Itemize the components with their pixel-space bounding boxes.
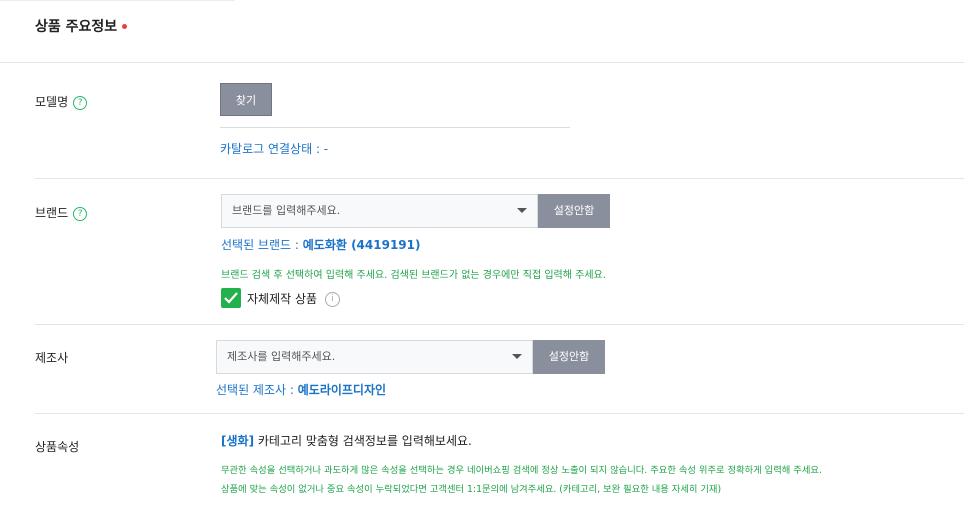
brand-select[interactable]: 브랜드를 입력해주세요. [221,194,538,228]
catalog-status: 카탈로그 연결상태 : - [220,142,329,156]
section-title-text: 상품 주요정보 [35,19,118,35]
manufacturer-label: 제조사 [35,351,69,365]
check-icon [224,292,238,304]
section-title: 상품 주요정보 [35,16,128,36]
row-divider [35,324,964,325]
info-icon[interactable]: i [325,292,341,307]
required-dot-icon [122,23,128,29]
brand-set-button[interactable]: 설정안함 [538,194,610,228]
top-divider [0,0,235,1]
manufacturer-set-button[interactable]: 설정안함 [533,340,605,374]
manufacturer-selected-prefix: 선택된 제조사 : [216,383,298,397]
brand-row-label: 브랜드? [35,204,88,221]
manufacturer-selected: 선택된 제조사 : 예도라이프디자인 [216,381,386,398]
brand-selected: 선택된 브랜드 : 예도화환 (4419191) [221,236,421,253]
self-made-row: 자체제작 상품 i [247,290,341,307]
brand-selected-value: 예도화환 (4419191) [302,238,421,252]
brand-help-icon[interactable]: ? [73,206,88,221]
brand-guide: 브랜드 검색 후 선택하여 입력해 주세요. 검색된 브랜드가 없는 경우에만 … [221,270,606,281]
attributes-intro: 카테고리 맞춤형 검색정보를 입력해보세요. [254,434,472,448]
brand-placeholder: 브랜드를 입력해주세요. [232,204,341,217]
section-divider [0,62,964,63]
category-tag: [생화] [221,434,255,448]
chevron-down-icon [512,354,522,359]
attributes-label: 상품속성 [35,440,80,454]
chevron-down-icon [517,208,527,213]
attributes-intro-row: [생화] 카테고리 맞춤형 검색정보를 입력해보세요. [221,432,472,449]
self-made-label[interactable]: 자체제작 상품 [247,292,317,306]
self-made-checkbox[interactable] [221,288,241,308]
row-divider [35,178,964,179]
model-help-icon[interactable]: ? [73,95,88,110]
model-divider [220,127,570,128]
manufacturer-selected-value: 예도라이프디자인 [297,383,387,397]
find-model-button[interactable]: 찾기 [220,83,272,116]
row-divider [35,413,964,414]
model-row-label: 모델명? [35,93,88,110]
attributes-guide-line2: 상품에 맞는 속성이 없거나 중요 속성이 누락되었다면 고객센터 1:1문의에… [221,484,722,495]
brand-label: 브랜드 [35,206,69,220]
manufacturer-placeholder: 제조사를 입력해주세요. [227,350,336,363]
model-label: 모델명 [35,95,69,109]
brand-selected-prefix: 선택된 브랜드 : [221,238,303,252]
attributes-guide-line1: 무관한 속성을 선택하거나 과도하게 많은 속성을 선택하는 경우 네이버쇼핑 … [221,465,822,476]
manufacturer-select[interactable]: 제조사를 입력해주세요. [216,340,533,374]
